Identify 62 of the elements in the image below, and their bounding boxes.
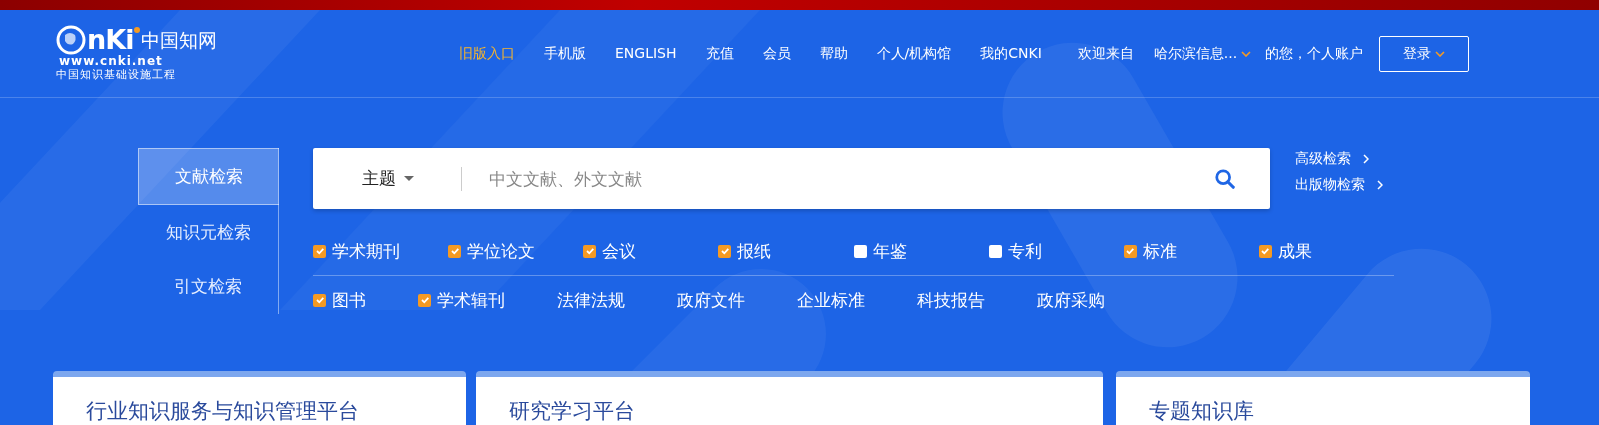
source-link[interactable]: 法律法规	[557, 288, 625, 312]
source-link[interactable]: 科技报告	[917, 288, 985, 312]
card-title: 行业知识服务与知识管理平台	[86, 399, 359, 423]
source-link[interactable]: 政府文件	[677, 288, 745, 312]
checkbox[interactable]	[313, 244, 326, 258]
platform-card[interactable]: 研究学习平台	[476, 371, 1103, 425]
account-text: 的您，个人账户	[1265, 44, 1364, 63]
platform-card[interactable]: 行业知识服务与知识管理平台	[53, 371, 466, 425]
side-link[interactable]: 高级检索	[1295, 150, 1383, 168]
checkbox[interactable]	[448, 244, 462, 258]
search-tab[interactable]: 引文检索	[138, 259, 278, 314]
checkbox[interactable]	[1258, 244, 1272, 258]
logo-text: nKi	[87, 25, 134, 55]
nav-link[interactable]: 手机版	[544, 44, 586, 63]
nav-link[interactable]: 个人/机构馆	[876, 44, 952, 63]
source-link[interactable]: 政府采购	[1037, 288, 1105, 312]
logo-url: www.cnki.net	[58, 55, 164, 68]
caret-icon	[1435, 50, 1446, 57]
nav-link[interactable]: ENGLISH	[615, 44, 677, 63]
search-tab[interactable]: 知识元检索	[138, 204, 278, 260]
nav-link[interactable]: 帮助	[819, 44, 848, 63]
welcome-text: 欢迎来自	[1077, 44, 1134, 63]
institution-dropdown[interactable]: 哈尔滨信息...	[1153, 44, 1252, 63]
checkbox[interactable]	[988, 244, 1002, 258]
card-title: 专题知识库	[1149, 399, 1254, 423]
nav-link[interactable]: 会员	[762, 44, 791, 63]
caret-icon	[1241, 50, 1252, 57]
side-link[interactable]: 出版物检索	[1295, 176, 1383, 194]
search-icon[interactable]	[1214, 167, 1236, 190]
nav-link[interactable]: 我的CNKI	[980, 44, 1042, 63]
platform-card[interactable]: 专题知识库	[1116, 371, 1530, 425]
logo-slogan: 中国知识基础设施工程	[56, 68, 177, 82]
source-checkbox[interactable]: 学位论文	[448, 239, 584, 263]
source-checkbox[interactable]: 图书	[313, 288, 366, 312]
checkbox[interactable]	[718, 244, 732, 258]
field-dropdown[interactable]: 主题	[362, 167, 461, 190]
source-checkbox[interactable]: 报纸	[718, 239, 854, 263]
search-field[interactable]: 主题 中文文献、外文文献	[313, 148, 1270, 209]
source-link[interactable]: 企业标准	[797, 288, 865, 312]
nav-link[interactable]: 充值	[705, 44, 734, 63]
nav-link[interactable]: 旧版入口	[459, 44, 515, 63]
checkbox[interactable]	[1123, 244, 1137, 258]
source-checkbox[interactable]: 成果	[1258, 239, 1394, 263]
source-checkbox[interactable]: 专利	[988, 239, 1124, 263]
card-title: 研究学习平台	[509, 399, 635, 423]
source-checkbox[interactable]: 标准	[1123, 239, 1259, 263]
caret-icon	[404, 175, 414, 182]
login-button[interactable]: 登录	[1379, 35, 1470, 72]
chevron-icon	[1377, 180, 1383, 190]
checkbox[interactable]	[853, 244, 867, 258]
checkbox[interactable]	[418, 293, 431, 307]
checkbox[interactable]	[583, 244, 597, 258]
chevron-icon	[1363, 154, 1369, 164]
logo-name: 中国知网	[141, 28, 218, 53]
dot-icon	[134, 27, 141, 33]
source-checkbox[interactable]: 年鉴	[853, 239, 989, 263]
globe-icon	[56, 25, 86, 55]
checkbox[interactable]	[313, 293, 326, 307]
source-checkbox[interactable]: 学术期刊	[313, 239, 449, 263]
search-tab[interactable]: 文献检索	[138, 148, 279, 205]
source-checkbox[interactable]: 学术辑刊	[418, 288, 505, 312]
source-checkbox[interactable]: 会议	[583, 239, 719, 263]
